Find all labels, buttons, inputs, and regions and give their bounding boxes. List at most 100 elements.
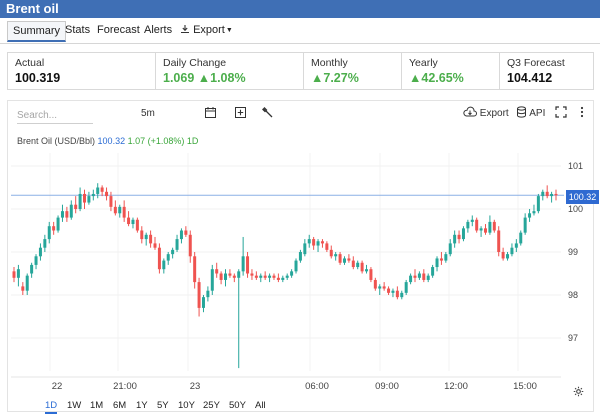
- candle-body: [294, 260, 298, 272]
- candle-body: [60, 211, 64, 218]
- candle-body: [171, 249, 175, 255]
- candle-body: [426, 275, 430, 280]
- candle-body: [12, 271, 16, 278]
- candle-body: [334, 254, 338, 257]
- stats-bar: Actual 100.319 Daily Change 1.069 ▲1.08%…: [7, 52, 594, 90]
- candle-body: [391, 290, 395, 293]
- tab-label: Forecast: [97, 24, 140, 36]
- y-tick: 98: [568, 290, 579, 300]
- period-25y[interactable]: 25Y: [203, 400, 220, 412]
- caret-down-icon: ▼: [225, 27, 233, 34]
- candle-body: [127, 217, 131, 225]
- candle-body: [497, 230, 501, 252]
- candle-body: [369, 269, 373, 280]
- candlestick-chart[interactable]: [8, 101, 595, 399]
- period-1m[interactable]: 1M: [90, 400, 103, 412]
- chart-container: 5m Export API Brent Oil (USD/Bbl) 100.32…: [7, 100, 599, 414]
- candle-body: [409, 275, 413, 283]
- candle-body: [83, 193, 87, 203]
- period-1y[interactable]: 1Y: [136, 400, 148, 412]
- candle-body: [338, 254, 342, 263]
- tab-export[interactable]: Export▼: [175, 21, 238, 42]
- candle-body: [52, 226, 56, 231]
- candle-body: [241, 256, 245, 272]
- candle-body: [554, 193, 558, 196]
- candle-body: [356, 262, 360, 268]
- candle-body: [100, 187, 104, 192]
- candle-body: [466, 221, 470, 229]
- stat-monthly: Monthly ▲7.27%: [304, 53, 402, 89]
- candle-body: [131, 219, 135, 225]
- period-1d[interactable]: 1D: [45, 400, 58, 414]
- stat-value: 1.069 ▲1.08%: [163, 71, 246, 85]
- candle-body: [281, 277, 285, 280]
- tab-summary[interactable]: Summary: [7, 21, 67, 42]
- candle-body: [351, 260, 355, 268]
- candle-body: [536, 196, 540, 212]
- period-50y[interactable]: 50Y: [229, 400, 246, 412]
- candle-body: [259, 275, 263, 278]
- period-6m[interactable]: 6M: [113, 400, 126, 412]
- candle-body: [382, 286, 386, 289]
- stat-value: ▲42.65%: [409, 71, 464, 85]
- candle-body: [38, 247, 42, 257]
- candle-body: [201, 297, 205, 308]
- candle-body: [312, 239, 316, 246]
- candle-body: [122, 206, 126, 218]
- candle-body: [325, 243, 329, 250]
- candle-body: [184, 230, 188, 235]
- candle-body: [34, 256, 38, 265]
- candle-body: [483, 228, 487, 233]
- candle-body: [523, 217, 527, 233]
- candle-body: [298, 252, 302, 261]
- stat-label: Monthly: [311, 57, 348, 69]
- tab-bar: Summary Stats Forecast Alerts Export▼: [0, 18, 600, 44]
- candle-body: [118, 206, 122, 214]
- candle-body: [461, 228, 465, 240]
- candle-body: [303, 243, 307, 255]
- stat-daily-change: Daily Change 1.069 ▲1.08%: [156, 53, 304, 89]
- period-5y[interactable]: 5Y: [157, 400, 169, 412]
- x-tick: 21:00: [113, 381, 137, 392]
- x-tick: 12:00: [444, 381, 468, 392]
- y-tick: 101: [568, 161, 584, 171]
- candle-body: [545, 191, 549, 197]
- candle-body: [404, 282, 408, 293]
- candle-body: [470, 219, 474, 222]
- candle-body: [492, 221, 496, 231]
- candle-body: [479, 228, 483, 231]
- period-all[interactable]: All: [255, 400, 266, 412]
- tab-stats[interactable]: Stats: [60, 21, 95, 42]
- candle-body: [47, 226, 51, 240]
- candle-body: [96, 187, 100, 194]
- candle-body: [105, 191, 109, 197]
- candle-body: [506, 254, 510, 259]
- candle-body: [175, 239, 179, 250]
- candle-body: [43, 239, 47, 248]
- candle-body: [444, 254, 448, 261]
- candle-body: [74, 204, 78, 209]
- tab-forecast[interactable]: Forecast: [92, 21, 145, 42]
- period-10y[interactable]: 10Y: [178, 400, 195, 412]
- tab-label: Alerts: [144, 24, 173, 36]
- candle-body: [153, 243, 157, 248]
- candle-body: [263, 275, 267, 278]
- period-1w[interactable]: 1W: [67, 400, 81, 412]
- candle-body: [149, 234, 153, 244]
- candle-body: [254, 275, 258, 278]
- last-price-tag: 100.32: [566, 190, 599, 204]
- candle-body: [215, 269, 219, 274]
- candle-body: [109, 196, 113, 207]
- x-tick: 06:00: [305, 381, 329, 392]
- candle-body: [387, 288, 391, 293]
- candle-body: [413, 275, 417, 278]
- stat-value: 100.319: [15, 71, 61, 85]
- candle-body: [329, 249, 333, 257]
- candle-body: [113, 206, 117, 214]
- y-tick: 100: [568, 204, 584, 214]
- tab-alerts[interactable]: Alerts: [139, 21, 177, 42]
- candle-body: [232, 275, 236, 278]
- candle-body: [272, 275, 276, 278]
- stat-value: 104.412: [507, 71, 553, 85]
- candle-body: [21, 286, 25, 291]
